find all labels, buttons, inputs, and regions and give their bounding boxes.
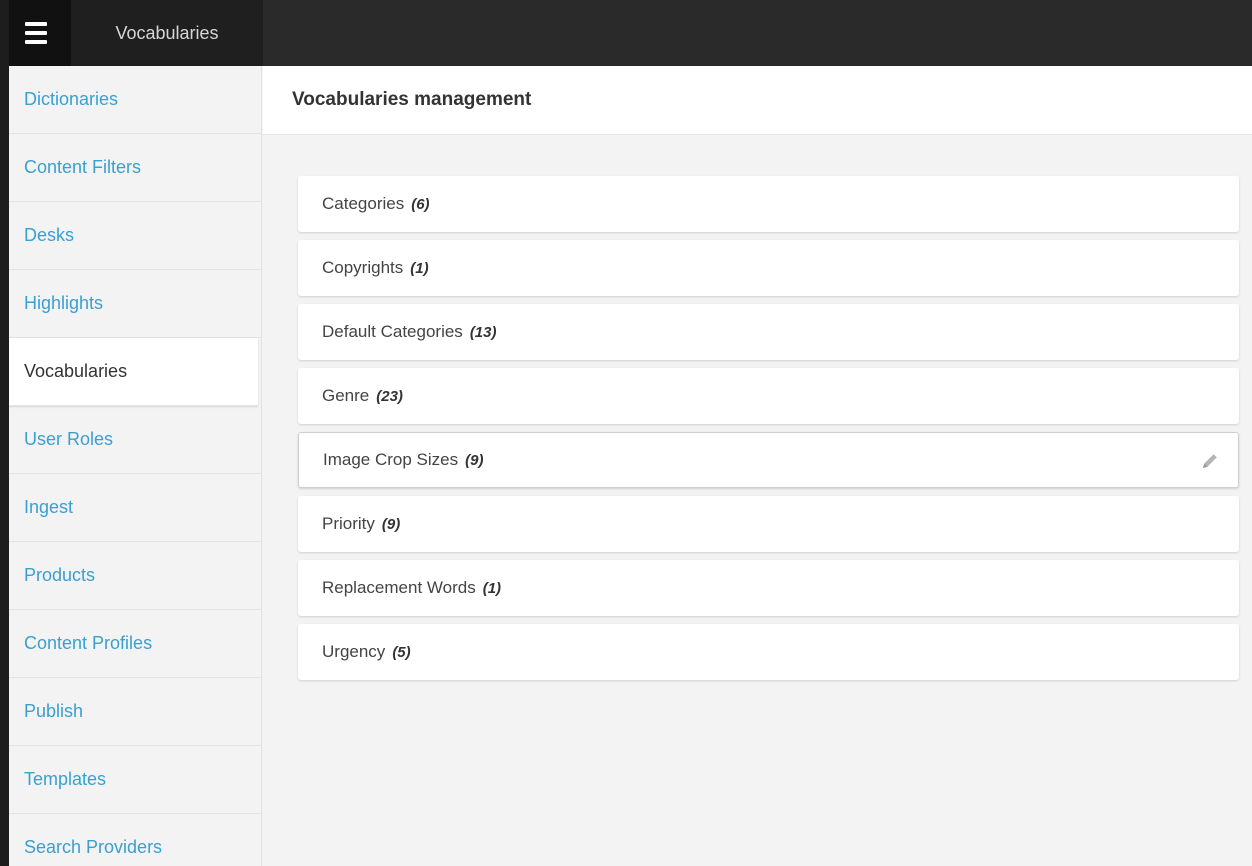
sidebar-item-ingest[interactable]: Ingest xyxy=(9,474,261,542)
vocabulary-name: Replacement Words xyxy=(322,578,476,597)
top-bar: Vocabularies xyxy=(9,0,1252,66)
vocabulary-name: Priority xyxy=(322,514,375,533)
vocabulary-item[interactable]: Priority (9) xyxy=(298,496,1239,552)
vocabulary-count: (6) xyxy=(411,195,430,213)
sidebar-item-highlights[interactable]: Highlights xyxy=(9,270,261,338)
main-content: Vocabularies management Categories (6) C… xyxy=(263,66,1252,866)
sidebar-item-content-profiles[interactable]: Content Profiles xyxy=(9,610,261,678)
sidebar-item-vocabularies[interactable]: Vocabularies xyxy=(9,338,258,406)
vocabulary-item[interactable]: Copyrights (1) xyxy=(298,240,1239,296)
vocabulary-list: Categories (6) Copyrights (1) Default Ca… xyxy=(298,176,1239,688)
vocabulary-name: Genre xyxy=(322,386,370,405)
settings-sidebar: Dictionaries Content Filters Desks Highl… xyxy=(9,66,262,866)
vocabulary-count: (1) xyxy=(410,259,429,277)
vocabulary-item[interactable]: Image Crop Sizes (9) xyxy=(298,432,1239,488)
main-header: Vocabularies management xyxy=(263,66,1252,135)
vocabulary-count: (5) xyxy=(392,643,411,661)
vocabulary-count: (23) xyxy=(376,387,403,405)
sidebar-item-templates[interactable]: Templates xyxy=(9,746,261,814)
left-edge-strip xyxy=(0,0,9,866)
hamburger-icon[interactable] xyxy=(9,0,71,66)
vocabulary-name: Default Categories xyxy=(322,322,463,341)
sidebar-item-publish[interactable]: Publish xyxy=(9,678,261,746)
vocabulary-count: (13) xyxy=(469,323,497,341)
sidebar-item-dictionaries[interactable]: Dictionaries xyxy=(9,66,261,134)
pencil-icon[interactable] xyxy=(1200,451,1220,471)
vocabulary-item[interactable]: Genre (23) xyxy=(298,368,1239,424)
vocabulary-item[interactable]: Urgency (5) xyxy=(298,624,1239,680)
app-title: Vocabularies xyxy=(71,0,263,66)
page-title: Vocabularies management xyxy=(292,89,532,110)
vocabulary-item[interactable]: Default Categories (13) xyxy=(298,304,1239,360)
vocabulary-count: (9) xyxy=(465,451,484,469)
vocabulary-count: (9) xyxy=(381,515,401,533)
sidebar-item-content-filters[interactable]: Content Filters xyxy=(9,134,261,202)
vocabulary-name: Categories xyxy=(322,194,405,213)
vocabulary-name: Copyrights xyxy=(322,258,404,277)
vocabulary-item[interactable]: Categories (6) xyxy=(298,176,1239,232)
vocabulary-item[interactable]: Replacement Words (1) xyxy=(298,560,1239,616)
sidebar-item-products[interactable]: Products xyxy=(9,542,261,610)
sidebar-item-search-providers[interactable]: Search Providers xyxy=(9,814,261,866)
vocabulary-count: (1) xyxy=(482,579,502,597)
sidebar-item-user-roles[interactable]: User Roles xyxy=(9,406,261,474)
vocabulary-name: Image Crop Sizes xyxy=(323,450,459,469)
sidebar-item-desks[interactable]: Desks xyxy=(9,202,261,270)
vocabulary-name: Urgency xyxy=(322,642,386,661)
